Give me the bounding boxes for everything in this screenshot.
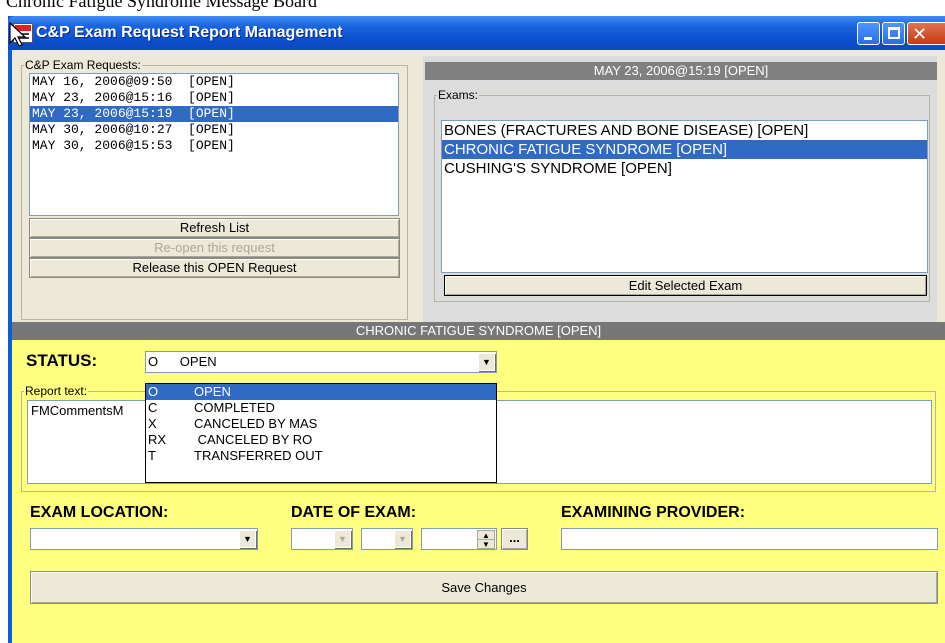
dropdown-arrow-icon[interactable]: ▼ — [478, 353, 495, 371]
exam-location-label: EXAM LOCATION: — [30, 504, 169, 521]
request-item[interactable]: MAY 23, 2006@15:16 [OPEN] — [30, 90, 398, 106]
request-item-selected[interactable]: MAY 23, 2006@15:19 [OPEN] — [30, 106, 398, 122]
title-bar[interactable]: C&P Exam Request Report Management ✕ — [8, 16, 945, 50]
exams-legend: Exams: — [438, 88, 479, 102]
refresh-list-button[interactable]: Refresh List — [29, 218, 400, 238]
exam-header-band: CHRONIC FATIGUE SYNDROME [OPEN] — [12, 322, 945, 340]
status-option-open[interactable]: O OPEN — [146, 384, 496, 400]
request-item[interactable]: MAY 30, 2006@10:27 [OPEN] — [30, 122, 398, 138]
status-option-transferred[interactable]: T TRANSFERRED OUT — [146, 448, 496, 464]
exam-item-selected[interactable]: CHRONIC FATIGUE SYNDROME [OPEN] — [442, 140, 927, 159]
save-changes-button[interactable]: Save Changes — [30, 571, 938, 604]
examining-provider-label: EXAMINING PROVIDER: — [561, 504, 746, 521]
mouse-cursor-icon — [9, 22, 27, 47]
status-dropdown-list: O OPEN C COMPLETED X CANCELED BY MAS RX CAN… — [145, 383, 497, 483]
status-select[interactable]: O OPEN ▼ — [145, 351, 497, 373]
spin-down-icon[interactable]: ▼ — [477, 539, 495, 549]
requests-list[interactable]: MAY 16, 2006@09:50 [OPEN] MAY 23, 2006@1… — [29, 73, 399, 216]
maximize-icon — [888, 27, 900, 39]
close-button[interactable]: ✕ — [907, 22, 945, 45]
client-area: C&P Exam Requests: MAY 16, 2006@09:50 [O… — [12, 50, 945, 643]
status-option-canceled-mas[interactable]: X CANCELED BY MAS — [146, 416, 496, 432]
request-item[interactable]: MAY 16, 2006@09:50 [OPEN] — [30, 74, 398, 90]
status-option-canceled-ro[interactable]: RX CANCELED BY RO — [146, 432, 496, 448]
exam-year-spinner[interactable]: ▲ ▼ — [421, 528, 497, 550]
date-picker-button[interactable]: ... — [501, 528, 528, 550]
background-caption: Chronic Fatigue Syndrome Message Board — [6, 0, 317, 11]
dropdown-arrow-icon[interactable]: ▼ — [239, 530, 256, 548]
close-icon: ✕ — [912, 24, 928, 44]
edit-exam-button[interactable]: Edit Selected Exam — [444, 275, 927, 296]
dropdown-arrow-icon[interactable]: ▼ — [334, 530, 351, 548]
examining-provider-field[interactable] — [561, 528, 938, 550]
release-request-button[interactable]: Release this OPEN Request — [29, 258, 400, 278]
minimize-icon — [864, 37, 872, 40]
dropdown-arrow-icon[interactable]: ▼ — [394, 530, 411, 548]
app-window: C&P Exam Request Report Management ✕ C&P… — [8, 16, 945, 643]
minimize-button[interactable] — [857, 22, 880, 45]
status-option-completed[interactable]: C COMPLETED — [146, 400, 496, 416]
status-value: O OPEN — [148, 354, 217, 369]
requests-legend: C&P Exam Requests: — [25, 58, 141, 72]
maximize-button[interactable] — [882, 22, 905, 45]
exams-list[interactable]: BONES (FRACTURES AND BONE DISEASE) [OPEN… — [441, 120, 928, 273]
exam-day-select[interactable]: ▼ — [361, 528, 413, 550]
status-label: STATUS: — [26, 351, 98, 370]
report-text-value: FMCommentsM — [31, 403, 124, 418]
reopen-request-button[interactable]: Re-open this request — [29, 238, 400, 258]
exam-item[interactable]: CUSHING'S SYNDROME [OPEN] — [442, 159, 927, 178]
window-title: C&P Exam Request Report Management — [36, 24, 343, 41]
date-of-exam-label: DATE OF EXAM: — [291, 504, 417, 521]
exam-item[interactable]: BONES (FRACTURES AND BONE DISEASE) [OPEN… — [442, 121, 927, 140]
report-text-legend: Report text: — [25, 384, 88, 398]
exam-month-select[interactable]: ▼ — [291, 528, 353, 550]
request-item[interactable]: MAY 30, 2006@15:53 [OPEN] — [30, 138, 398, 154]
exam-location-select[interactable]: ▼ — [30, 528, 258, 550]
selected-request-header: MAY 23, 2006@15:19 [OPEN] — [425, 62, 937, 80]
